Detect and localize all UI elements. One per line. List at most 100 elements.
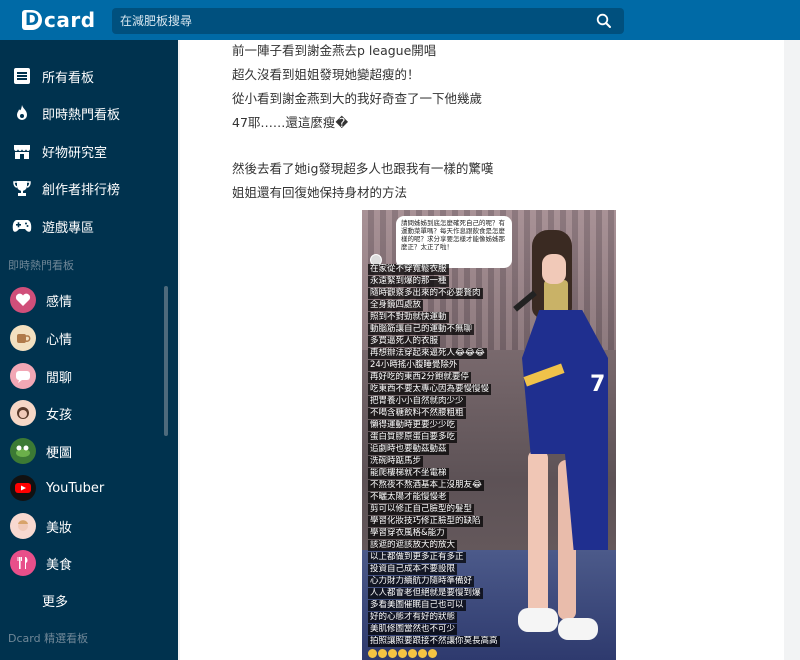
caption-line: 人人都會老但絕就是要慢到爆 [368,588,483,599]
sidebar-more-boards[interactable]: 更多 [0,582,178,618]
caption-line: 照到不對勁就快運動 [368,312,449,323]
sidebar-item-label: 好物研究室 [42,145,108,161]
caption-line: 學習化妝技巧修正臉型的缺陷 [368,516,483,527]
sidebar-item-all-boards[interactable]: 所有看板 [0,58,178,94]
caption-list: 在家從不穿寬鬆衣服 永遠緊到爆的那一種 隨時觀察多出來的不必要贅肉 全身鏡四處放 照到不… [368,264,508,658]
sidebar-item-label: 創作者排行榜 [42,182,121,198]
caption-line: 多看美圖催眠自己也可以 [368,600,466,611]
search-bar [112,8,624,34]
caption-line: 美肌修圖當然也不可少 [368,624,458,635]
caption-line: 好的心態才有好的狀態 [368,612,458,623]
gamepad-icon [12,216,32,236]
laughing-emoji-icon [388,649,397,658]
fork-knife-icon [10,550,36,576]
sidebar-item-label: 所有看板 [42,70,95,86]
sidebar-board-girls[interactable]: 女孩 [0,395,178,431]
makeup-icon [10,513,36,539]
caption-line: 投資自己成本不要設限 [368,564,458,575]
sidebar-board-makeup[interactable]: 美妝 [0,508,178,544]
post-paragraph-line: 從小看到謝金燕到大的我好奇查了一下他幾歲 [232,91,483,106]
emoji-row [368,649,508,658]
caption-line: 懶得運動時更要少少吃 [368,420,458,431]
store-icon [12,141,32,161]
sidebar-scrollbar[interactable] [164,286,168,436]
caption-line: 把胃養小小自然就肉少少 [368,396,466,407]
caption-line: 24小時搖小腹睡覺除外 [368,360,460,371]
hot-boards-section-title: 即時熱門看板 [8,259,74,272]
laughing-emoji-icon [378,649,387,658]
caption-line: 多買逼死人的衣服 [368,336,441,347]
caption-line: 隨時觀察多出來的不必要贅肉 [368,288,483,299]
figure-face [542,254,566,284]
board-label: 女孩 [46,407,73,423]
figure-leg [528,450,548,620]
logo-text: card [44,8,96,32]
caption-line: 永遠緊到爆的那一種 [368,276,449,287]
chat-icon [10,363,36,389]
board-label: 梗圖 [46,445,73,461]
caption-line: 不喝含糖飲料不然腰粗粗 [368,408,466,419]
caption-line: 拍照讓照要跟接不然讓你莫長高高 [368,636,500,647]
youtube-icon [10,475,36,501]
board-label: YouTuber [46,480,105,496]
search-icon [596,13,611,28]
frog-icon [10,438,36,464]
caption-line: 全身鏡四處放 [368,300,424,311]
sidebar-item-goods-lab[interactable]: 好物研究室 [0,133,178,169]
board-label: 美食 [46,557,73,573]
caption-line: 不熬夜不熬酒基本上沒朋友😂 [368,480,484,491]
caption-line: 以上都做到更多正有多正 [368,552,466,563]
caption-line: 蛋白質膠原蛋白要多吃 [368,432,458,443]
caption-line: 再想辦法穿起來逼死人😂😂😂 [368,348,487,359]
sidebar-item-label: 即時熱門看板 [42,107,121,123]
sidebar-board-food[interactable]: 美食 [0,545,178,581]
heart-icon [10,287,36,313]
top-bar: D card [0,0,800,40]
sidebar-board-chat[interactable]: 閒聊 [0,358,178,394]
caption-line: 不曬太陽才能慢慢老 [368,492,449,503]
sidebar-board-relationship[interactable]: 感情 [0,282,178,318]
caption-line: 學習穿衣風格&能力 [368,528,447,539]
caption-line: 剪可以修正自己臉型的髮型 [368,504,475,515]
post-image[interactable]: 7 請問姊姊到底怎麼確死自己的呢？有運動菜單嗎？每天作息跟飲食是怎麼樣的呢？求分… [362,210,616,660]
post-paragraph-line: 超久沒看到姐姐發現她變超瘦的！ [232,67,420,82]
sidebar-item-creator-ranking[interactable]: 創作者排行榜 [0,170,178,206]
post-content: 前一陣子看到謝金燕去p league開唱 超久沒看到姐姐發現她變超瘦的！ 從小看… [180,40,784,660]
more-label: 更多 [42,594,69,610]
caption-line: 吃東西不要太專心因為要慢慢慢 [368,384,492,395]
caption-line: 能爬樓梯就不坐電梯 [368,468,449,479]
caption-line: 該遮的遮該放大的放大 [368,540,458,551]
fire-icon [12,103,32,123]
search-button[interactable] [584,8,624,34]
post-paragraph-line: 姐姐還有回復她保持身材的方法 [232,185,408,200]
post-paragraph-line: 47耶……還這麼瘦� [232,115,349,130]
board-label: 美妝 [46,520,73,536]
sidebar-board-mood[interactable]: 心情 [0,320,178,356]
laughing-emoji-icon [398,649,407,658]
caption-line: 在家從不穿寬鬆衣服 [368,264,449,275]
laughing-emoji-icon [368,649,377,658]
ig-question-box: 請問姊姊到底怎麼確死自己的呢？有運動菜單嗎？每天作息跟飲食是怎麼樣的呢？求分享要… [396,216,512,268]
caption-line: 追劇時也要動茲動茲 [368,444,449,455]
laughing-emoji-icon [418,649,427,658]
sidebar-item-hot-boards[interactable]: 即時熱門看板 [0,95,178,131]
girl-icon [10,400,36,426]
sidebar-board-memes[interactable]: 梗圖 [0,433,178,469]
coffee-icon [10,325,36,351]
laughing-emoji-icon [408,649,417,658]
post-paragraph-line: 然後去看了她ig發現超多人也跟我有一樣的驚嘆 [232,161,494,176]
caption-line: 再好吃的東西2分飽就要停 [368,372,471,383]
logo-mark: D [22,10,42,30]
dcard-logo[interactable]: D card [22,6,96,34]
figure-shoe [558,618,598,640]
search-input[interactable] [112,8,582,34]
sidebar-item-games[interactable]: 遊戲專區 [0,208,178,244]
board-label: 閒聊 [46,370,73,386]
list-icon [12,66,32,86]
post-paragraph-line: 前一陣子看到謝金燕去p league開唱 [232,43,437,58]
sidebar-item-label: 遊戲專區 [42,220,95,236]
board-label: 心情 [46,332,73,348]
trophy-icon [12,178,32,198]
sidebar: 所有看板 即時熱門看板 好物研究室 創作者排行榜 遊戲專區 即時熱門看板 感情 [0,40,178,660]
sidebar-board-youtuber[interactable]: YouTuber [0,470,178,506]
